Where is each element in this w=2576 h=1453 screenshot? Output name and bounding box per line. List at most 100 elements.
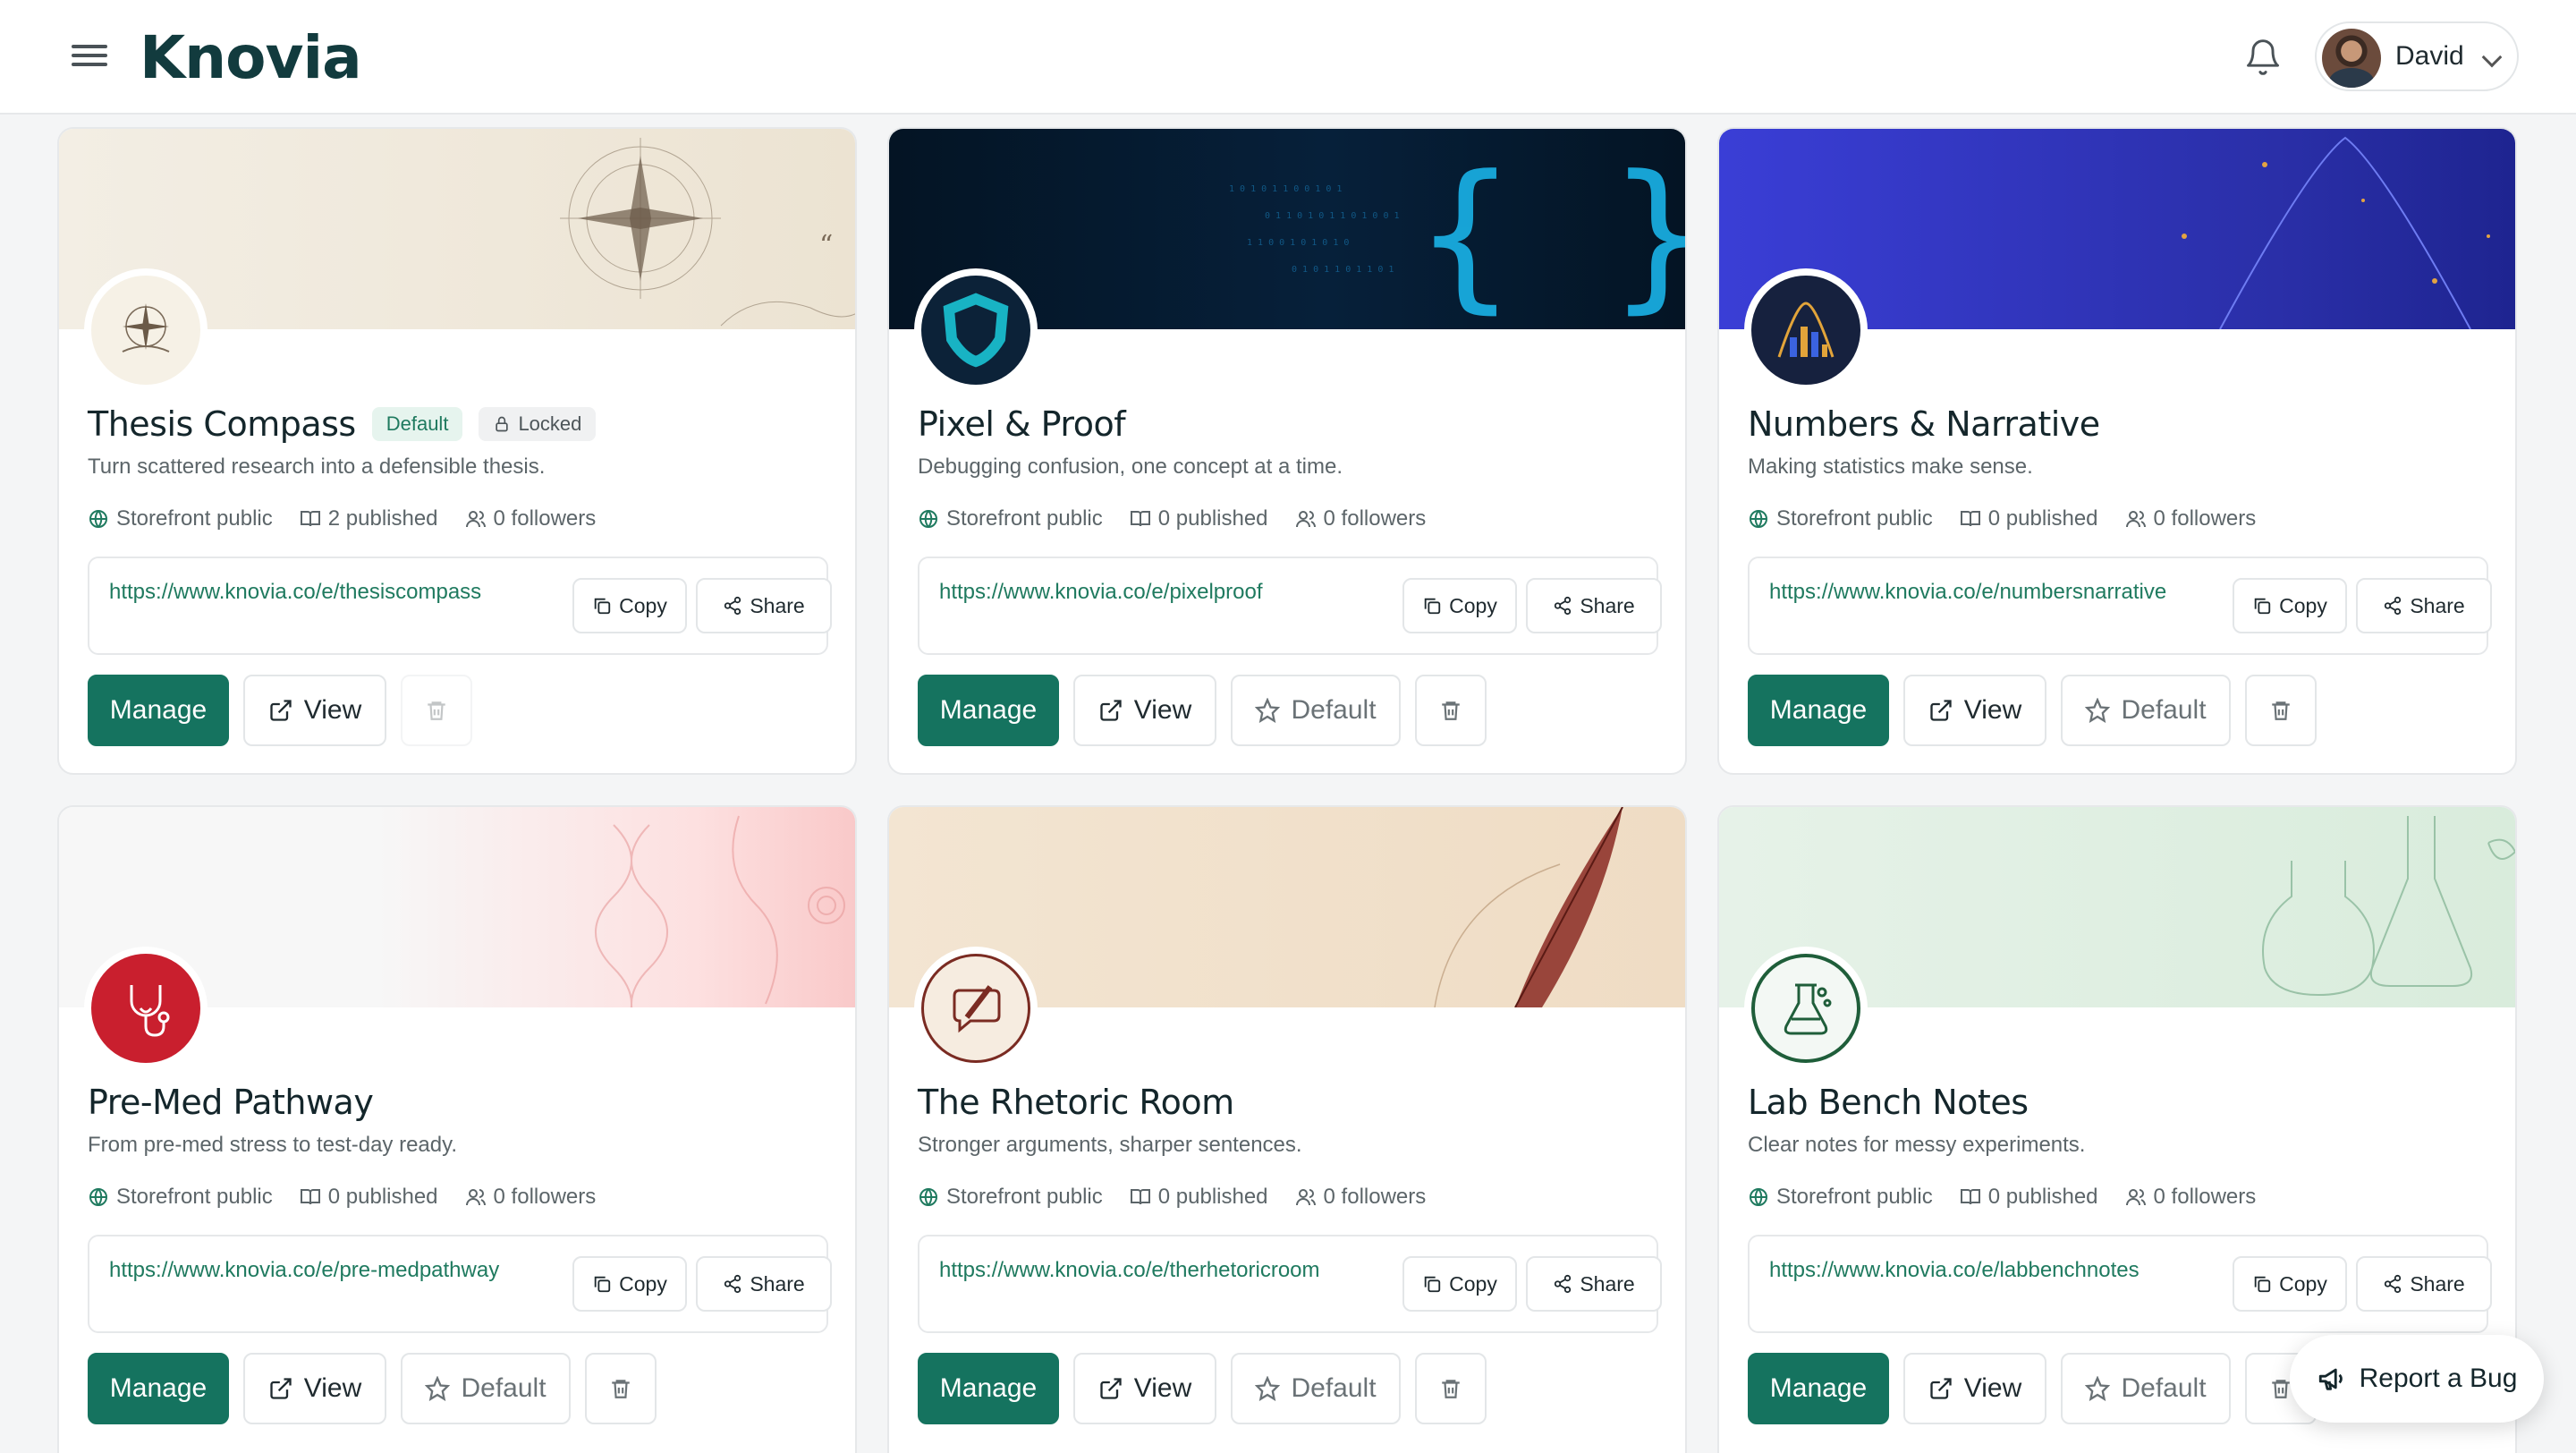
view-button[interactable]: View: [1903, 1353, 2046, 1424]
view-label: View: [1133, 1373, 1192, 1403]
storefront-status: Storefront public: [1776, 506, 1933, 531]
menu-icon[interactable]: [72, 39, 107, 75]
set-default-button[interactable]: Default: [401, 1353, 571, 1424]
share-label: Share: [1580, 1271, 1635, 1296]
delete-button[interactable]: [2245, 675, 2317, 746]
users-icon: [2125, 1186, 2147, 1208]
manage-button[interactable]: Manage: [88, 1353, 229, 1424]
url-box: https://www.knovia.co/e/pixelproof Copy …: [918, 557, 1662, 655]
set-default-button[interactable]: Default: [1231, 1353, 1401, 1424]
storefront-card: Numbers & Narrative Making statistics ma…: [1717, 127, 2517, 775]
book-icon: [1960, 1186, 1981, 1208]
card-stats: Storefront public 0 published 0 follower…: [1748, 506, 2256, 531]
storefront-avatar: [84, 268, 208, 392]
view-button[interactable]: View: [243, 1353, 386, 1424]
view-button[interactable]: View: [1073, 1353, 1216, 1424]
view-button[interactable]: View: [1073, 675, 1216, 746]
copy-button[interactable]: Copy: [572, 578, 687, 633]
manage-button[interactable]: Manage: [918, 1353, 1059, 1424]
view-button[interactable]: View: [243, 675, 386, 746]
default-label: Default: [1291, 1373, 1377, 1403]
published-count: 2 published: [327, 506, 438, 531]
share-button[interactable]: Share: [1526, 578, 1662, 633]
card-description: Clear notes for messy experiments.: [1748, 1133, 2086, 1157]
delete-button[interactable]: [1415, 675, 1487, 746]
share-icon: [2383, 596, 2402, 616]
share-button[interactable]: Share: [696, 1256, 832, 1312]
published-count: 0 published: [1157, 1185, 1268, 1209]
url-box: https://www.knovia.co/e/labbenchnotes Co…: [1748, 1235, 2492, 1333]
avatar: [2322, 29, 2381, 88]
storefront-avatar: [1744, 268, 1868, 392]
manage-button[interactable]: Manage: [1748, 675, 1889, 746]
card-title: Numbers & Narrative: [1748, 404, 2100, 444]
copy-button[interactable]: Copy: [1402, 578, 1517, 633]
share-button[interactable]: Share: [2356, 578, 2492, 633]
set-default-button[interactable]: Default: [2061, 1353, 2231, 1424]
report-bug-button[interactable]: Report a Bug: [2290, 1335, 2544, 1423]
view-label: View: [303, 1373, 362, 1403]
url-box: https://www.knovia.co/e/thesiscompass Co…: [88, 557, 832, 655]
globe-icon: [918, 1186, 939, 1208]
default-label: Default: [461, 1373, 547, 1403]
storefront-url[interactable]: https://www.knovia.co/e/pixelproof: [939, 580, 1263, 605]
storefront-status: Storefront public: [1776, 1185, 1933, 1209]
copy-button[interactable]: Copy: [1402, 1256, 1517, 1312]
storefront-avatar: [84, 947, 208, 1070]
storefront-url[interactable]: https://www.knovia.co/e/pre-medpathway: [109, 1258, 499, 1283]
view-label: View: [1963, 1373, 2022, 1403]
svg-text:0 1 0 1 1 0 1 1 0 1: 0 1 0 1 1 0 1 1 0 1: [1292, 265, 1394, 275]
delete-button[interactable]: [401, 675, 472, 746]
bell-icon[interactable]: [2243, 38, 2283, 77]
share-label: Share: [2410, 593, 2465, 617]
book-icon: [1960, 508, 1981, 530]
storefront-url[interactable]: https://www.knovia.co/e/numbersnarrative: [1769, 580, 2166, 605]
set-default-button[interactable]: Default: [2061, 675, 2231, 746]
share-label: Share: [2410, 1271, 2465, 1296]
card-description: Making statistics make sense.: [1748, 455, 2033, 479]
followers-count: 0 followers: [2153, 1185, 2257, 1209]
manage-button[interactable]: Manage: [918, 675, 1059, 746]
trash-icon: [1439, 699, 1462, 722]
share-label: Share: [750, 1271, 805, 1296]
external-link-icon: [268, 698, 293, 723]
logo[interactable]: Knovia: [140, 23, 362, 92]
chevron-down-icon: [2481, 47, 2503, 68]
card-description: Stronger arguments, sharper sentences.: [918, 1133, 1302, 1157]
storefront-url[interactable]: https://www.knovia.co/e/labbenchnotes: [1769, 1258, 2140, 1283]
view-button[interactable]: View: [1903, 675, 2046, 746]
megaphone-icon: [2317, 1364, 2347, 1394]
storefront-avatar: [914, 947, 1038, 1070]
share-button[interactable]: Share: [1526, 1256, 1662, 1312]
external-link-icon: [268, 1376, 293, 1401]
report-bug-label: Report a Bug: [2359, 1364, 2518, 1393]
published-count: 0 published: [1987, 1185, 2098, 1209]
share-button[interactable]: Share: [2356, 1256, 2492, 1312]
top-bar: Knovia David: [0, 0, 2576, 115]
copy-button[interactable]: Copy: [2233, 578, 2347, 633]
copy-button[interactable]: Copy: [2233, 1256, 2347, 1312]
copy-button[interactable]: Copy: [572, 1256, 687, 1312]
delete-button[interactable]: [1415, 1353, 1487, 1424]
copy-label: Copy: [2279, 1271, 2327, 1296]
storefront-url[interactable]: https://www.knovia.co/e/therhetoricroom: [939, 1258, 1320, 1283]
user-menu[interactable]: David: [2315, 21, 2519, 91]
card-description: From pre-med stress to test-day ready.: [88, 1133, 458, 1157]
card-title: Pixel & Proof: [918, 404, 1126, 444]
delete-button[interactable]: [585, 1353, 657, 1424]
copy-icon: [592, 596, 612, 616]
manage-button[interactable]: Manage: [88, 675, 229, 746]
copy-icon: [592, 1274, 612, 1294]
storefront-url[interactable]: https://www.knovia.co/e/thesiscompass: [109, 580, 481, 605]
card-title: Lab Bench Notes: [1748, 1083, 2029, 1122]
share-label: Share: [750, 593, 805, 617]
share-icon: [723, 1274, 742, 1294]
set-default-button[interactable]: Default: [1231, 675, 1401, 746]
published-count: 0 published: [1987, 506, 2098, 531]
manage-button[interactable]: Manage: [1748, 1353, 1889, 1424]
view-label: View: [303, 695, 362, 725]
globe-icon: [88, 1186, 109, 1208]
card-description: Turn scattered research into a defensibl…: [88, 455, 546, 479]
copy-icon: [2252, 1274, 2272, 1294]
share-button[interactable]: Share: [696, 578, 832, 633]
